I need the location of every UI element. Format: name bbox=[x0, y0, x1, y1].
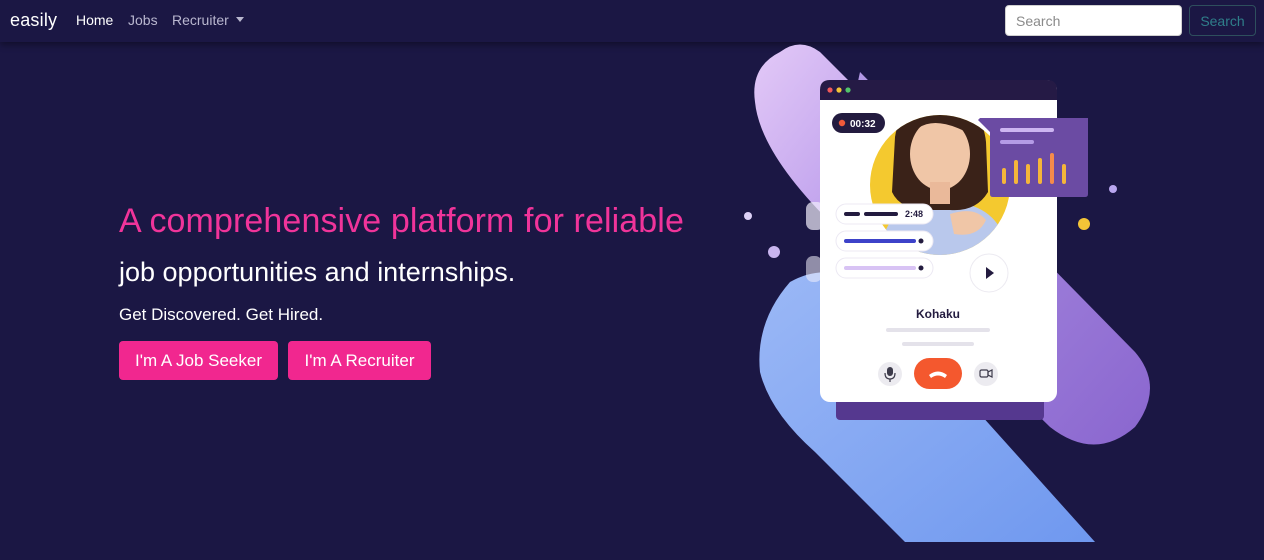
recording-dot-icon bbox=[838, 119, 846, 127]
window-max-dot bbox=[845, 87, 851, 93]
video-call-illustration: 00:32 2:48 Kohaku bbox=[744, 44, 1150, 542]
window-min-dot bbox=[836, 87, 842, 93]
nav-dropdown-recruiter[interactable]: Recruiter bbox=[172, 12, 244, 28]
blur-decoration bbox=[806, 256, 822, 282]
dot-decoration bbox=[744, 212, 752, 220]
hero-subtitle: Get Discovered. Get Hired. bbox=[119, 305, 324, 324]
dot-decoration bbox=[1109, 185, 1117, 193]
nav-link-home[interactable]: Home bbox=[76, 12, 113, 28]
nav-link-jobs[interactable]: Jobs bbox=[128, 12, 158, 28]
window-close-dot bbox=[827, 87, 833, 93]
hero-title-line1: A comprehensive platform for reliable bbox=[119, 202, 684, 240]
nav-link-recruiter-label: Recruiter bbox=[172, 12, 229, 28]
audio-duration: 2:48 bbox=[905, 209, 923, 219]
caller-name: Kohaku bbox=[916, 307, 960, 321]
top-navbar: easily Home Jobs Recruiter Search bbox=[0, 0, 1264, 42]
brand-logo[interactable]: easily bbox=[10, 10, 57, 31]
job-seeker-button[interactable]: I'm A Job Seeker bbox=[119, 341, 278, 380]
caret-down-icon bbox=[235, 17, 244, 22]
hero-title-line2: job opportunities and internships. bbox=[119, 257, 516, 287]
search-input[interactable] bbox=[1005, 5, 1182, 36]
dot-decoration bbox=[768, 246, 780, 258]
recruiter-button[interactable]: I'm A Recruiter bbox=[288, 341, 431, 380]
video-camera-icon bbox=[974, 362, 998, 386]
dot-decoration bbox=[1078, 218, 1090, 230]
call-timer: 00:32 bbox=[850, 119, 876, 130]
search-button[interactable]: Search bbox=[1189, 5, 1256, 36]
